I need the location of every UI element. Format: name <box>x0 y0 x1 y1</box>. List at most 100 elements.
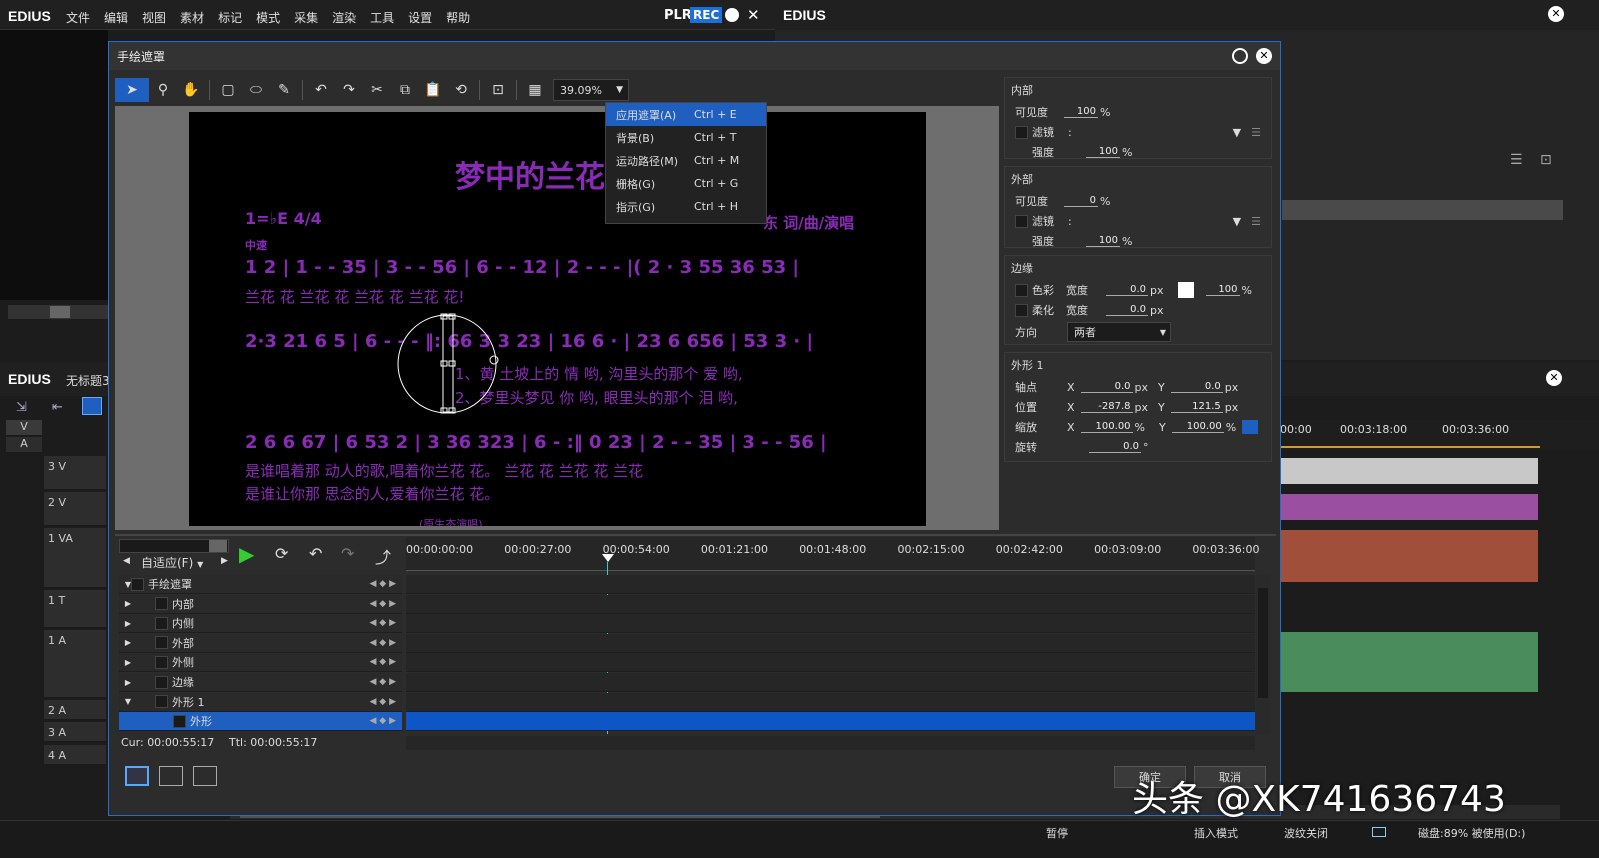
link-icon[interactable] <box>1242 420 1259 434</box>
layout-3-icon[interactable] <box>193 766 217 786</box>
chevron-right-icon[interactable]: ▶ <box>119 619 137 628</box>
track-header[interactable]: 2 V <box>44 492 106 526</box>
minimize-icon[interactable] <box>725 8 739 22</box>
keyframe-tree-row[interactable]: ▶ 内部 ◀ ◆ ▶ <box>119 594 402 614</box>
ellipse-mask-shape[interactable] <box>393 308 503 418</box>
track-header[interactable]: 1 T <box>44 590 106 628</box>
inner-visibility-input[interactable]: 100 <box>1064 106 1098 118</box>
menu-item[interactable]: 帮助 <box>446 9 470 26</box>
chevron-down-icon[interactable]: ▼ <box>119 697 137 706</box>
chevron-right-icon[interactable]: ▶ <box>119 658 137 667</box>
keyframe-nav-icon[interactable]: ◀ ◆ ▶ <box>370 657 397 667</box>
row-checkbox[interactable] <box>155 597 168 611</box>
keyframe-lane[interactable] <box>406 594 1255 614</box>
position-y-input[interactable]: 121.5 <box>1170 401 1223 413</box>
row-checkbox[interactable] <box>155 616 168 630</box>
cut-icon[interactable]: ✂ <box>363 78 391 102</box>
bin-row-highlight[interactable] <box>1282 200 1563 220</box>
row-checkbox[interactable] <box>155 675 168 689</box>
row-checkbox[interactable] <box>155 636 168 650</box>
track-header[interactable]: 1 A <box>44 630 106 698</box>
keyframe-nav-icon[interactable]: ◀ ◆ ▶ <box>370 579 397 589</box>
menu-item[interactable]: 指示(G) Ctrl + H <box>606 195 766 218</box>
dialog-close-icon[interactable]: ✕ <box>1256 48 1272 64</box>
paste-icon[interactable]: 📋 <box>419 78 447 102</box>
keyframe-nav-icon[interactable]: ◀ ◆ ▶ <box>370 697 397 707</box>
keyframe-tree-row[interactable]: ▶ 外侧 ◀ ◆ ▶ <box>119 653 402 673</box>
ellipse-tool-icon[interactable]: ⬭ <box>242 78 270 102</box>
keyframe-lane[interactable] <box>406 575 1255 594</box>
track-header[interactable]: 1 VA <box>44 528 106 588</box>
outer-filter-checkbox[interactable] <box>1015 214 1028 228</box>
undo-icon[interactable]: ↶ <box>307 78 335 102</box>
layout-1-icon[interactable] <box>125 766 149 786</box>
menu-item[interactable]: 栅格(G) Ctrl + G <box>606 172 766 195</box>
menu-item[interactable]: 采集 <box>294 9 318 26</box>
menu-item[interactable]: 设置 <box>408 9 432 26</box>
menu-item[interactable]: 背景(B) Ctrl + T <box>606 126 766 149</box>
keyframe-nav-icon[interactable]: ◀ ◆ ▶ <box>370 677 397 687</box>
keyframe-nav-icon[interactable]: ◀ ◆ ▶ <box>370 716 397 726</box>
outer-visibility-input[interactable]: 0 <box>1064 195 1098 207</box>
graph-icon[interactable]: ⤴ <box>375 544 391 568</box>
menu-item[interactable]: 运动路径(M) Ctrl + M <box>606 149 766 172</box>
outer-strength-input[interactable]: 100 <box>1086 235 1120 247</box>
rotation-input[interactable]: 0.0 <box>1089 441 1141 453</box>
track-header[interactable]: 2 A <box>44 700 106 720</box>
audio-track-header[interactable]: A <box>6 437 42 453</box>
axis-x-input[interactable]: 0.0 <box>1080 381 1133 393</box>
menu-item[interactable]: 工具 <box>370 9 394 26</box>
chevron-left-icon[interactable]: ◀ <box>123 556 130 566</box>
position-x-input[interactable]: -287.8 <box>1080 401 1133 413</box>
layout-2-icon[interactable] <box>159 766 183 786</box>
menu-item[interactable]: 素材 <box>180 9 204 26</box>
direction-select[interactable]: 两者 ▼ <box>1067 322 1171 342</box>
list-icon[interactable]: ☰ <box>1251 126 1261 139</box>
right-close-icon[interactable]: ✕ <box>1548 6 1564 22</box>
keyframe-lane[interactable] <box>406 614 1255 634</box>
sync-icon[interactable] <box>82 397 102 415</box>
keyframe-lane[interactable] <box>406 673 1255 692</box>
tl-undo-icon[interactable]: ↶ <box>309 544 322 563</box>
keyframe-nav-icon[interactable]: ◀ ◆ ▶ <box>370 599 397 609</box>
select-tool-icon[interactable]: ➤ <box>115 78 149 102</box>
keyframe-lane[interactable] <box>406 633 1255 653</box>
menu-item[interactable]: 标记 <box>218 9 242 26</box>
keyframe-tree-row[interactable]: ▼ 外形 1 ◀ ◆ ▶ <box>119 692 402 712</box>
bin-icon[interactable]: ⊡ <box>1540 152 1552 168</box>
close-icon[interactable]: ✕ <box>747 6 760 24</box>
row-checkbox[interactable] <box>131 577 144 591</box>
tl-h-scrollbar[interactable] <box>406 736 1255 750</box>
rec-badge[interactable]: REC <box>690 7 723 23</box>
edge-color-width-input[interactable]: 0.0 <box>1106 284 1148 296</box>
track-header[interactable]: 3 V <box>44 456 106 490</box>
keyframe-lane[interactable] <box>406 692 1255 712</box>
keyframe-tree-row[interactable]: ▶ 外部 ◀ ◆ ▶ <box>119 633 402 653</box>
menu-item[interactable]: 应用遮罩(A) Ctrl + E <box>606 103 766 126</box>
redo-icon[interactable]: ↷ <box>335 78 363 102</box>
video-track-header[interactable]: V <box>6 420 42 436</box>
edge-opacity-input[interactable]: 100 <box>1205 284 1240 296</box>
inner-filter-checkbox[interactable] <box>1015 125 1028 139</box>
hand-tool-icon[interactable]: ✋ <box>177 78 205 102</box>
keyframe-tree-row[interactable]: ▼ 手绘遮罩 ◀ ◆ ▶ <box>119 575 402 594</box>
play-icon[interactable]: ▶ <box>239 542 254 566</box>
row-checkbox[interactable] <box>155 655 168 669</box>
scale-x-input[interactable]: 100.00 <box>1080 421 1133 433</box>
timeline-close-icon[interactable]: ✕ <box>1546 370 1562 386</box>
chevron-right-icon[interactable]: ▶ <box>119 599 137 608</box>
clip[interactable] <box>1280 530 1538 582</box>
list-icon[interactable]: ☰ <box>1251 215 1261 228</box>
menu-item[interactable]: 视图 <box>142 9 166 26</box>
keyframe-lane[interactable] <box>406 712 1255 732</box>
keyframe-nav-icon[interactable]: ◀ ◆ ▶ <box>370 618 397 628</box>
edge-color-swatch[interactable] <box>1177 282 1194 298</box>
keyframe-tree-row[interactable]: ▶ 内侧 ◀ ◆ ▶ <box>119 614 402 634</box>
rectangle-tool-icon[interactable]: ▢ <box>214 78 242 102</box>
clip[interactable] <box>1280 458 1538 484</box>
fit-select[interactable]: 自适应(F) ▼ <box>141 554 203 571</box>
edge-soft-checkbox[interactable] <box>1015 303 1028 317</box>
monitor-icon[interactable] <box>1372 827 1386 837</box>
settings-icon[interactable] <box>1232 48 1248 64</box>
status-insert-mode[interactable]: 插入模式 <box>1194 825 1238 841</box>
